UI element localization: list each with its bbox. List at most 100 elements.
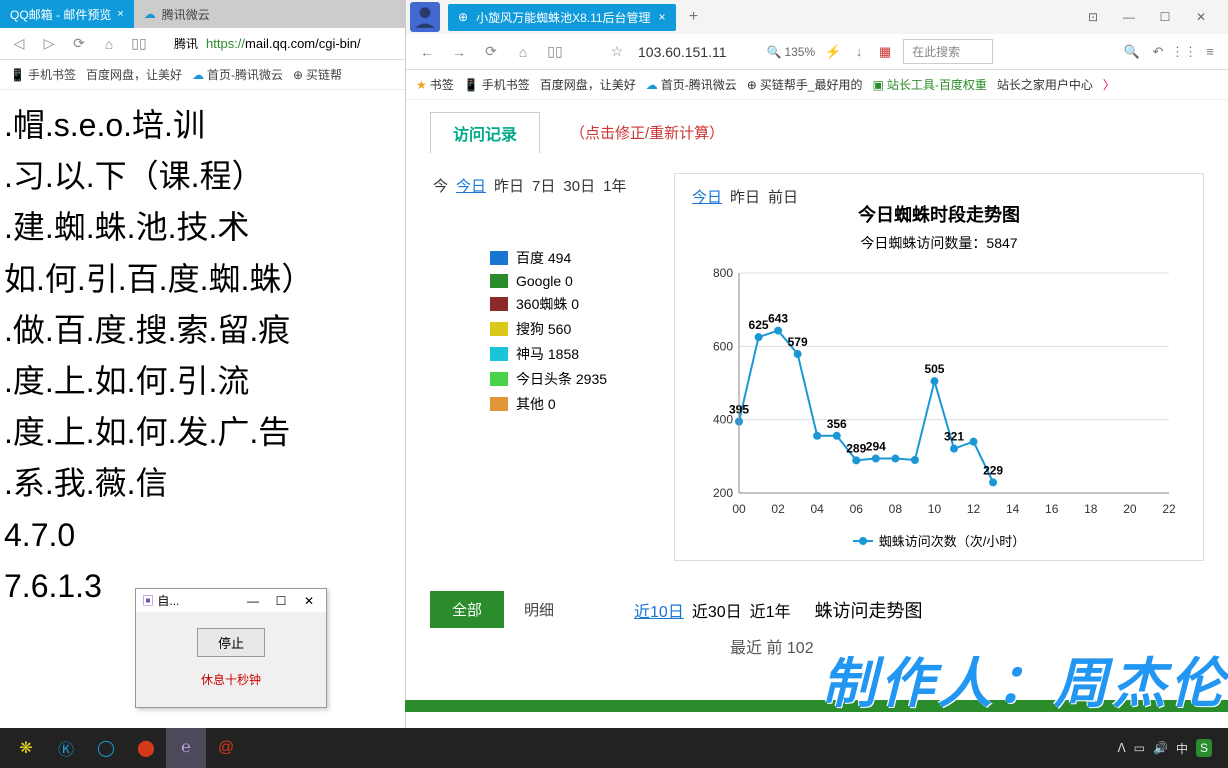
close-icon[interactable]: × [659, 10, 666, 24]
chart-panel: 今日 昨日 前日 今日蜘蛛时段走势图 今日蜘蛛访问数量：5847 2004006… [674, 173, 1204, 561]
reader-icon[interactable]: ▯▯ [128, 33, 150, 55]
bookmark-item[interactable]: 📱手机书签 [10, 66, 76, 83]
address-bar[interactable]: https://mail.qq.com/cgi-bin/ [206, 36, 361, 51]
legend-label: Google 0 [516, 273, 573, 289]
menu-icon[interactable]: ≡ [1202, 44, 1218, 60]
undo-icon[interactable]: ↶ [1150, 44, 1166, 60]
tab-visit-log[interactable]: 访问记录 [430, 112, 540, 153]
svg-text:579: 579 [788, 335, 808, 349]
zoom-icon: 🔍 [767, 45, 782, 59]
range-1y[interactable]: 近1年 [750, 598, 791, 622]
date-tab[interactable]: 昨日 [491, 173, 527, 198]
zoom-control[interactable]: 🔍135% [767, 45, 816, 59]
svg-text:200: 200 [713, 486, 733, 500]
alt-icon[interactable]: ⋮⋮ [1176, 44, 1192, 60]
maximize-icon[interactable]: ☐ [270, 594, 292, 608]
bookmark-item[interactable]: 站长之家用户中心 [997, 76, 1093, 93]
date-tab-today[interactable]: 今日 [453, 173, 489, 198]
close-icon[interactable]: ✕ [298, 594, 320, 608]
bookmark-item[interactable]: 百度网盘，让美好 [540, 76, 636, 93]
bookmark-item[interactable]: 百度网盘，让美好 [86, 66, 182, 83]
date-tab[interactable]: 1年 [600, 173, 629, 198]
legend-swatch [490, 297, 508, 311]
back-icon[interactable]: ◁ [8, 33, 30, 55]
more-icon[interactable]: 〉 [1103, 76, 1115, 93]
taskbar-app-icon[interactable]: ◯ [86, 728, 126, 768]
stop-button[interactable]: 停止 [197, 628, 265, 657]
minimize-icon[interactable]: — [242, 594, 264, 608]
legend-swatch [490, 274, 508, 288]
tray-up-icon[interactable]: ᐱ [1117, 741, 1125, 755]
range-10d[interactable]: 近10日 [634, 598, 684, 622]
legend-item[interactable]: 今日头条 2935 [490, 369, 660, 389]
legend-item[interactable]: Google 0 [490, 273, 660, 289]
chart-date-today[interactable]: 今日 [689, 184, 725, 209]
bookmark-item[interactable]: ☁首页-腾讯微云 [646, 76, 737, 93]
svg-text:229: 229 [983, 463, 1003, 477]
tray-app-icon[interactable]: S [1196, 739, 1212, 757]
bookmark-item[interactable]: ⊕买链帮 [293, 66, 342, 83]
chart-date-tab[interactable]: 昨日 [727, 184, 763, 209]
tab-weiyun[interactable]: ☁ 腾讯微云 [134, 0, 220, 28]
tab-admin[interactable]: ⊕ 小旋风万能蜘蛛池X8.11后台管理 × [448, 4, 676, 31]
popup-titlebar[interactable]: ▣ 自... — ☐ ✕ [136, 589, 326, 612]
address-bar[interactable]: 103.60.151.11 [638, 44, 727, 60]
star-icon[interactable]: ☆ [606, 41, 628, 63]
legend-item[interactable]: 360蜘蛛 0 [490, 294, 660, 314]
maximize-icon[interactable]: ☐ [1152, 6, 1178, 28]
legend-item[interactable]: 百度 494 [490, 248, 660, 268]
zoom-in-icon[interactable]: 🔍 [1124, 44, 1140, 60]
bookmark-item[interactable]: 📱手机书签 [464, 76, 530, 93]
flash-icon[interactable]: ⚡ [825, 44, 841, 60]
all-button[interactable]: 全部 [430, 591, 504, 628]
ime-indicator[interactable]: 中 [1176, 740, 1188, 757]
forward-icon[interactable]: ▷ [38, 33, 60, 55]
date-tab[interactable]: 7日 [529, 173, 558, 198]
home-icon[interactable]: ⌂ [512, 41, 534, 63]
back-icon[interactable]: ← [416, 41, 438, 63]
svg-text:800: 800 [713, 266, 733, 280]
line-marker-icon [853, 540, 873, 542]
date-tab[interactable]: 30日 [560, 173, 598, 198]
tab-qqmail[interactable]: QQ邮箱 - 邮件预览 × [0, 0, 134, 28]
range-30d[interactable]: 近30日 [692, 598, 742, 622]
bottom-chart-title: 蛛访问走势图 [815, 597, 923, 623]
legend-item[interactable]: 搜狗 560 [490, 319, 660, 339]
date-tab[interactable]: 今 [430, 173, 451, 198]
legend-item[interactable]: 神马 1858 [490, 344, 660, 364]
avatar[interactable] [410, 2, 440, 32]
bookmark-item[interactable]: ▣站长工具-百度权重 [873, 76, 987, 93]
forward-icon[interactable]: → [448, 41, 470, 63]
bookmark-item[interactable]: ⊕买链帮手_最好用的 [747, 76, 863, 93]
close-icon[interactable]: ✕ [1188, 6, 1214, 28]
taskbar-app-icon[interactable]: Ⓚ [46, 728, 86, 768]
taskbar-app-icon[interactable]: @ [206, 728, 246, 768]
bookmark-item[interactable]: ★书签 [416, 76, 454, 93]
extension-icon[interactable]: ▦ [877, 44, 893, 60]
taskbar-app-icon[interactable]: ⬤ [126, 728, 166, 768]
volume-icon[interactable]: 🔊 [1153, 741, 1168, 755]
close-icon[interactable]: × [117, 8, 123, 20]
automation-popup: ▣ 自... — ☐ ✕ 停止 休息十秒钟 [135, 588, 327, 708]
svg-text:16: 16 [1045, 502, 1059, 516]
chart-date-tab[interactable]: 前日 [765, 184, 801, 209]
reader-icon[interactable]: ▯▯ [544, 41, 566, 63]
search-input[interactable]: 在此搜索 [903, 39, 993, 64]
home-icon[interactable]: ⌂ [98, 33, 120, 55]
bookmark-item[interactable]: ☁首页-腾讯微云 [192, 66, 283, 83]
refresh-icon[interactable]: ⟳ [68, 33, 90, 55]
download-icon[interactable]: ↓ [851, 44, 867, 60]
recalc-link[interactable]: （点击修正/重新计算） [570, 122, 724, 143]
minimize-icon[interactable]: — [1116, 6, 1142, 28]
tab-label: 腾讯微云 [162, 6, 210, 23]
legend-item[interactable]: 其他 0 [490, 394, 660, 414]
svg-text:20: 20 [1123, 502, 1137, 516]
new-tab-button[interactable]: + [682, 5, 706, 29]
detail-button[interactable]: 明细 [524, 599, 554, 620]
taskbar-app-icon[interactable]: ℮ [166, 728, 206, 768]
network-icon[interactable]: ▭ [1134, 741, 1145, 755]
refresh-icon[interactable]: ⟳ [480, 41, 502, 63]
window-pin-icon[interactable]: ⊡ [1080, 6, 1106, 28]
svg-text:12: 12 [967, 502, 981, 516]
taskbar-app-icon[interactable]: ❋ [6, 728, 46, 768]
